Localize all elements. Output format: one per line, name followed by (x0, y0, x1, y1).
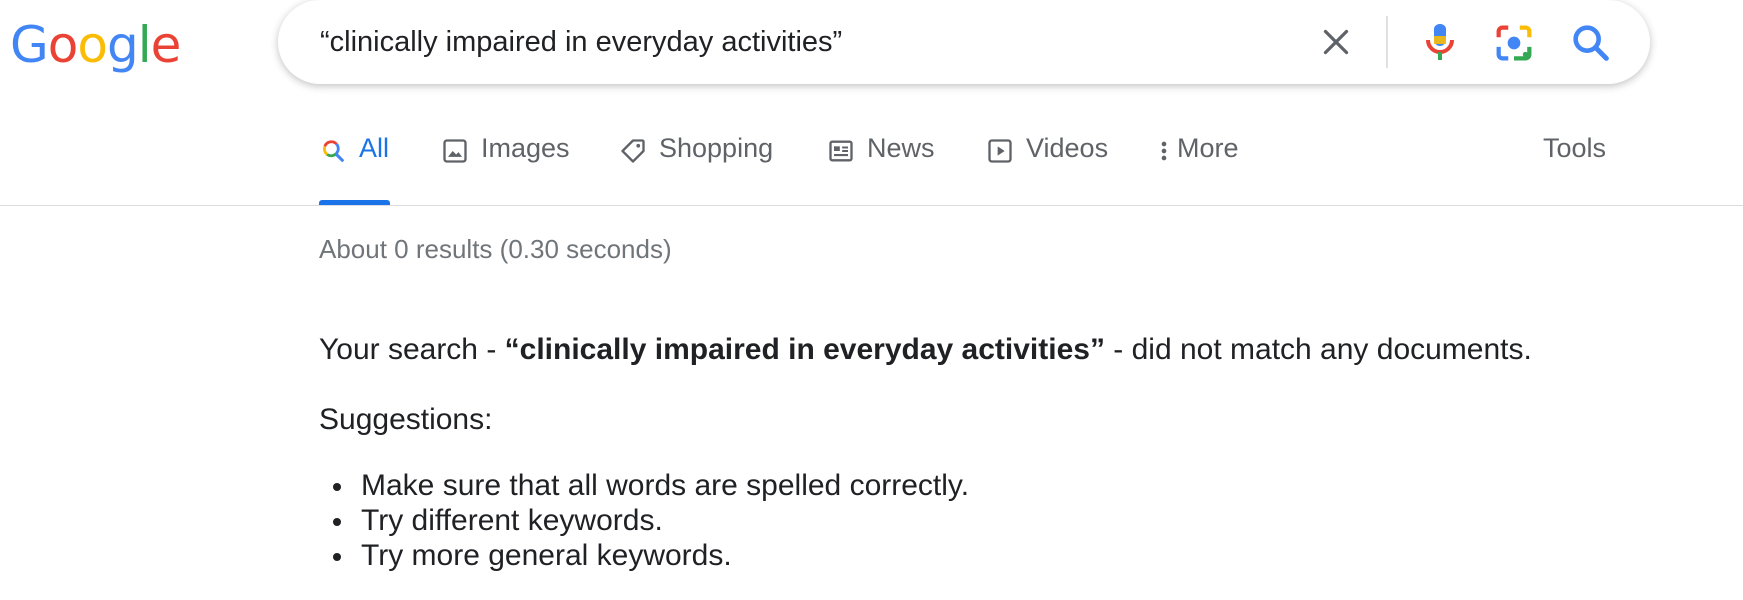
tab-label: All (359, 133, 390, 163)
tag-icon (621, 139, 645, 163)
tab-label: Videos (1026, 133, 1109, 163)
tab-label: More (1177, 133, 1239, 163)
logo-letter: o (47, 16, 79, 74)
logo-letter: o (77, 16, 108, 74)
suggestion-item: Make sure that all words are spelled cor… (319, 468, 969, 503)
logo-letter: G (10, 16, 49, 74)
tab-more[interactable]: More (1157, 133, 1239, 205)
search-box[interactable]: “clinically impaired in everyday activit… (278, 0, 1650, 84)
suggestions-title: Suggestions: (319, 403, 493, 436)
news-icon (829, 140, 853, 162)
suggestions-list: Make sure that all words are spelled cor… (319, 468, 969, 573)
tab-shopping[interactable]: Shopping (619, 133, 773, 205)
tab-all[interactable]: All (319, 133, 389, 205)
tab-news[interactable]: News (827, 133, 935, 205)
suggestion-item: Try different keywords. (319, 503, 969, 538)
camera-lens-icon[interactable] (1491, 20, 1537, 66)
tab-videos[interactable]: Videos (986, 133, 1108, 205)
logo-letter: g (106, 16, 139, 74)
result-stats: About 0 results (0.30 seconds) (319, 234, 672, 264)
tab-images[interactable]: Images (441, 133, 570, 205)
more-vert-icon (1161, 141, 1167, 161)
search-icon (322, 140, 344, 162)
logo-letter: e (150, 16, 182, 74)
tools-button[interactable]: Tools (1543, 133, 1606, 164)
google-logo[interactable]: G o o g l e (10, 10, 182, 80)
close-icon[interactable] (1318, 24, 1354, 60)
tab-label: News (867, 133, 935, 163)
no-results-message: Your search - “clinically impaired in ev… (319, 333, 1532, 367)
search-icon[interactable] (1568, 20, 1614, 66)
tab-label: Images (481, 133, 570, 163)
search-input[interactable]: “clinically impaired in everyday activit… (320, 0, 842, 84)
header-divider (0, 205, 1743, 206)
image-icon (443, 139, 467, 163)
message-prefix: Your search - (319, 333, 505, 366)
microphone-icon[interactable] (1416, 18, 1464, 66)
play-icon (988, 139, 1012, 163)
logo-letter: l (137, 16, 152, 74)
tab-label: Shopping (659, 133, 774, 163)
suggestion-item: Try more general keywords. (319, 538, 969, 573)
search-divider (1386, 16, 1388, 68)
message-query: “clinically impaired in everyday activit… (504, 333, 1105, 366)
message-suffix: - did not match any documents. (1104, 333, 1532, 366)
